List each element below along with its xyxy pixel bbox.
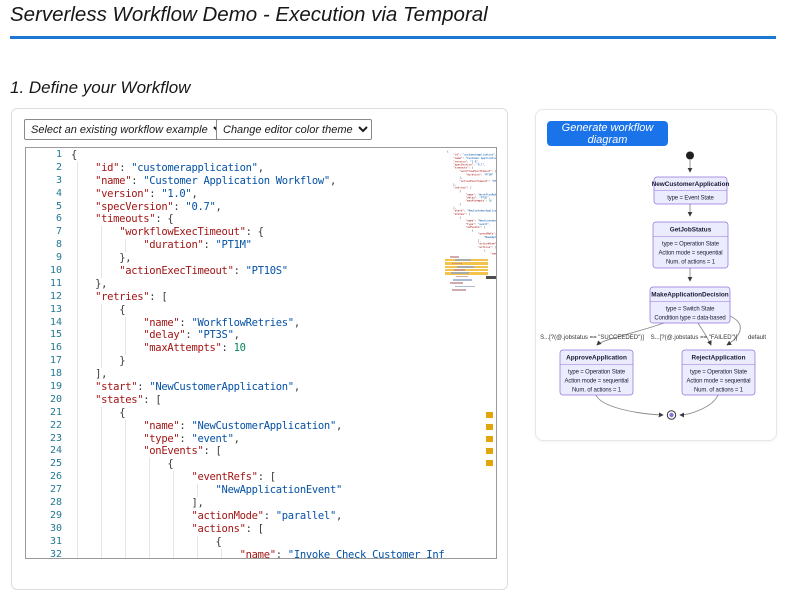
edge-approveapplication-end <box>596 395 663 415</box>
svg-text:type = Event State: type = Event State <box>667 196 714 202</box>
title-divider <box>10 36 776 39</box>
svg-text:Action mode = sequential: Action mode = sequential <box>565 379 629 385</box>
page-title: Serverless Workflow Demo - Execution via… <box>10 3 488 27</box>
svg-text:Num. of actions = 1: Num. of actions = 1 <box>572 388 622 394</box>
node-rejectapplication: RejectApplication type = Operation State… <box>682 350 755 395</box>
editor-theme-select[interactable]: Change editor color theme <box>216 119 372 140</box>
node-newcustomerapplication: NewCustomerApplication type = Event Stat… <box>652 177 730 204</box>
code-editor[interactable]: 1{2 "id": "customerapplication",3 "name"… <box>25 147 497 559</box>
end-node <box>667 411 675 419</box>
svg-text:RejectApplication: RejectApplication <box>692 355 746 362</box>
minimap-slider-edge <box>486 276 496 279</box>
workflow-diagram: NewCustomerApplication type = Event Stat… <box>535 142 775 436</box>
node-approveapplication: ApproveApplication type = Operation Stat… <box>560 350 633 395</box>
svg-text:Num. of actions = 1: Num. of actions = 1 <box>666 260 716 266</box>
page: Serverless Workflow Demo - Execution via… <box>0 0 786 597</box>
svg-text:type = Switch State: type = Switch State <box>666 307 715 313</box>
node-getjobstatus: GetJobStatus type = Operation State Acti… <box>653 222 728 268</box>
svg-text:Num. of actions = 1: Num. of actions = 1 <box>694 388 744 394</box>
svg-text:type = Operation State: type = Operation State <box>662 242 720 248</box>
svg-text:Condition type = data-based: Condition type = data-based <box>654 316 725 322</box>
edge-label-default: default <box>748 335 766 341</box>
svg-text:Action mode = sequential: Action mode = sequential <box>687 379 751 385</box>
node-makeapplicationdecision: MakeApplicationDecision type = Switch St… <box>650 287 730 323</box>
edge-failed-rejectapplication <box>698 323 711 345</box>
svg-text:ApproveApplication: ApproveApplication <box>566 355 627 362</box>
svg-text:MakeApplicationDecision: MakeApplicationDecision <box>651 292 729 299</box>
edge-rejectapplication-end <box>680 395 718 415</box>
svg-text:NewCustomerApplication: NewCustomerApplication <box>652 181 730 188</box>
minimap-code: { "id": "customerapplication", "name": "… <box>447 150 496 256</box>
edge-label-succeeded: S...[?(@.jobstatus == "SUCCEEDED")] <box>540 335 644 341</box>
svg-text:type = Operation State: type = Operation State <box>568 370 626 376</box>
code-rows: 1{2 "id": "customerapplication",3 "name"… <box>26 149 496 559</box>
svg-text:type = Operation State: type = Operation State <box>690 370 748 376</box>
start-node <box>686 152 694 160</box>
section-heading: 1. Define your Workflow <box>10 78 190 98</box>
svg-text:Action mode = sequential: Action mode = sequential <box>659 251 723 257</box>
svg-text:GetJobStatus: GetJobStatus <box>670 227 712 234</box>
edge-succeeded-approveapplication <box>597 323 664 345</box>
workflow-example-select[interactable]: Select an existing workflow example <box>24 119 227 140</box>
editor-minimap[interactable]: { "id": "customerapplication", "name": "… <box>444 148 496 558</box>
edge-label-failed: S...[?(@.jobstatus == "FAILED")] <box>651 335 738 341</box>
